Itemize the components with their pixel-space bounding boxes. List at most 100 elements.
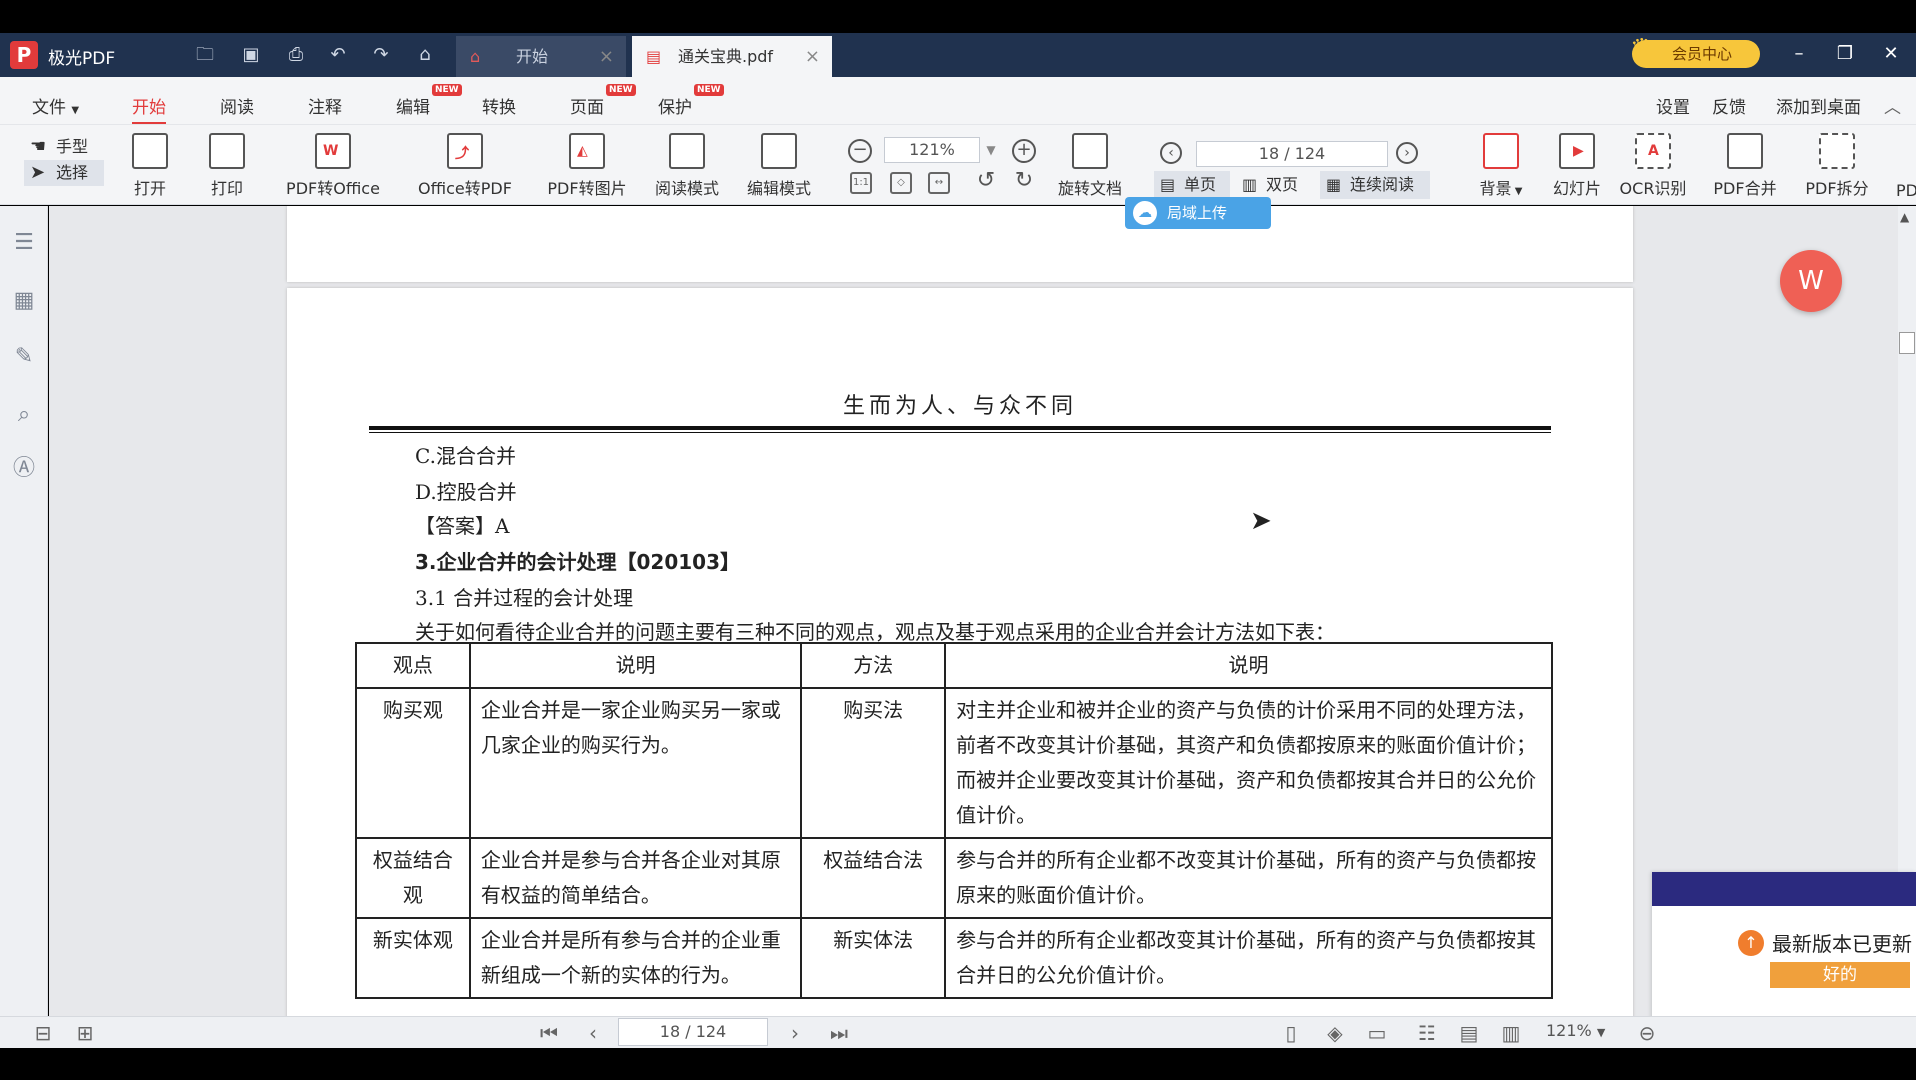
rotate-document-button[interactable]: 旋转文档 bbox=[1054, 133, 1126, 199]
continuous-read-label: 连续阅读 bbox=[1350, 175, 1415, 194]
status-page-input[interactable]: 18 / 124 bbox=[618, 1018, 768, 1046]
table-cell: 权益结合观 bbox=[355, 837, 471, 919]
menu-add-to-desktop[interactable]: 添加到桌面 bbox=[1776, 93, 1861, 118]
open-button[interactable]: 打开 bbox=[130, 133, 170, 199]
pdf-to-office-button[interactable]: W PDF转Office bbox=[276, 133, 390, 199]
minimize-icon[interactable]: – bbox=[1784, 42, 1814, 66]
fit-page-icon[interactable]: ◇ bbox=[890, 172, 912, 194]
close-icon[interactable]: × bbox=[599, 36, 614, 77]
pdf-icon: ▤ bbox=[646, 47, 662, 66]
thumbnails-icon[interactable]: ▦ bbox=[10, 288, 38, 314]
convert-to-word-float-button[interactable]: W bbox=[1780, 250, 1842, 312]
close-icon[interactable]: × bbox=[805, 36, 820, 77]
status-zoom[interactable]: 121% ▼ bbox=[1546, 1021, 1605, 1040]
fit-width-icon[interactable]: ▭ bbox=[1364, 1022, 1390, 1044]
pdf-to-image-button[interactable]: ◭ PDF转图片 bbox=[544, 133, 630, 199]
scrollbar-thumb[interactable] bbox=[1899, 332, 1915, 354]
annotation-list-icon[interactable]: ✎ bbox=[10, 344, 38, 370]
menu-file[interactable]: 文件 ▼ bbox=[32, 93, 79, 118]
slideshow-icon: ▶ bbox=[1559, 133, 1595, 169]
read-mode-button[interactable]: 阅读模式 bbox=[652, 133, 722, 199]
background-button[interactable]: 背景 ▼ bbox=[1474, 133, 1528, 199]
menu-annotate[interactable]: 注释 bbox=[308, 93, 342, 118]
undo-icon[interactable]: ↶ bbox=[327, 44, 349, 66]
slideshow-button[interactable]: ▶ 幻灯片 bbox=[1552, 133, 1602, 199]
document-canvas[interactable]: 生而为人、与众不同 C.混合合并 D.控股合并 【答案】A 3.企业合并的会计处… bbox=[49, 206, 1916, 1016]
single-page-label: 单页 bbox=[1184, 175, 1217, 194]
continuous-read-icon: ▦ bbox=[1326, 175, 1342, 194]
open-folder-icon[interactable]: 🗀 bbox=[194, 44, 216, 66]
fit-width-icon[interactable]: ↔ bbox=[928, 172, 950, 194]
first-page-icon[interactable]: ⏮ bbox=[536, 1022, 562, 1044]
collapse-ribbon-icon[interactable]: ︿ bbox=[1884, 93, 1901, 118]
print-button[interactable]: 打印 bbox=[207, 133, 247, 199]
menu-settings[interactable]: 设置 bbox=[1656, 93, 1690, 118]
double-view-icon[interactable]: ▥ bbox=[1498, 1022, 1524, 1044]
prev-page-icon[interactable]: ‹ bbox=[1160, 142, 1182, 164]
zoom-in-icon[interactable]: + bbox=[1012, 139, 1036, 163]
menu-start[interactable]: 开始 bbox=[132, 93, 166, 124]
table-cell: 参与合并的所有企业都改变其计价基础，所有的资产与负债都按其合并日的公允价值计价。 bbox=[944, 917, 1553, 999]
subsection-heading: 3.1 合并过程的会计处理 bbox=[415, 586, 634, 610]
update-ok-button[interactable]: 好的 bbox=[1770, 962, 1910, 988]
printer-icon bbox=[209, 133, 245, 169]
edit-mode-button[interactable]: 编辑模式 bbox=[744, 133, 814, 199]
outline-icon[interactable]: ☰ bbox=[10, 230, 38, 256]
more-tools-button[interactable]: PD bbox=[1896, 133, 1916, 200]
lan-upload-badge[interactable]: ☁ 局域上传 bbox=[1125, 197, 1271, 229]
restore-icon[interactable]: ❐ bbox=[1830, 42, 1860, 66]
edit-mode-icon bbox=[761, 133, 797, 169]
first-page-doc-icon[interactable]: ⊟ bbox=[30, 1022, 56, 1044]
fit-page-icon[interactable]: ◈ bbox=[1322, 1022, 1348, 1044]
pdf-split-button[interactable]: PDF拆分 bbox=[1802, 133, 1872, 199]
continuous-read-button[interactable]: ▦ 连续阅读 bbox=[1320, 171, 1430, 199]
zoom-input[interactable]: 121% bbox=[884, 137, 980, 163]
home-circle-icon[interactable]: ⌂ bbox=[414, 44, 436, 66]
new-badge: NEW bbox=[432, 84, 462, 96]
single-page-button[interactable]: ▤ 单页 bbox=[1154, 171, 1230, 199]
window-close-icon[interactable]: ✕ bbox=[1876, 42, 1906, 66]
menu-edit[interactable]: 编辑 bbox=[396, 93, 430, 118]
menu-read[interactable]: 阅读 bbox=[220, 93, 254, 118]
ocr-button[interactable]: A OCR识别 bbox=[1618, 133, 1688, 199]
save-icon[interactable]: ▣ bbox=[240, 44, 262, 66]
hand-tool-label: 手型 bbox=[56, 137, 89, 156]
menu-feedback[interactable]: 反馈 bbox=[1712, 93, 1746, 118]
font-panel-icon[interactable]: Ⓐ bbox=[10, 456, 38, 482]
select-tool-button[interactable]: ➤ 选择 bbox=[24, 160, 104, 186]
zoom-out-icon[interactable]: − bbox=[848, 139, 872, 163]
zoom-dropdown-icon[interactable]: ▼ bbox=[982, 137, 1000, 163]
rotate-left-icon[interactable]: ↺ bbox=[974, 170, 998, 196]
page-number-input[interactable]: 18 / 124 bbox=[1196, 141, 1388, 167]
next-page-icon[interactable]: › bbox=[1396, 142, 1418, 164]
left-sidebar bbox=[0, 206, 48, 1016]
single-view-icon[interactable]: ▤ bbox=[1456, 1022, 1482, 1044]
document-page[interactable]: 生而为人、与众不同 C.混合合并 D.控股合并 【答案】A 3.企业合并的会计处… bbox=[287, 288, 1633, 1016]
last-page-doc-icon[interactable]: ⊞ bbox=[72, 1022, 98, 1044]
tab-start[interactable]: ⌂ 开始 × bbox=[456, 36, 626, 77]
continuous-view-icon[interactable]: ☷ bbox=[1414, 1022, 1440, 1044]
next-page-arrow-icon[interactable]: › bbox=[782, 1022, 808, 1044]
rotate-right-icon[interactable]: ↻ bbox=[1012, 170, 1036, 196]
hand-icon: ☚ bbox=[30, 136, 47, 157]
double-page-icon: ▥ bbox=[1242, 175, 1258, 194]
prev-page-arrow-icon[interactable]: ‹ bbox=[580, 1022, 606, 1044]
zoom-out-icon[interactable]: ⊖ bbox=[1634, 1022, 1660, 1044]
pdf-merge-button[interactable]: PDF合并 bbox=[1710, 133, 1780, 199]
tab-document[interactable]: ▤ 通关宝典.pdf × bbox=[632, 36, 832, 77]
actual-size-icon[interactable]: 1:1 bbox=[850, 172, 872, 194]
menu-convert[interactable]: 转换 bbox=[482, 93, 516, 118]
pdf-to-image-label: PDF转图片 bbox=[547, 179, 627, 198]
redo-icon[interactable]: ↷ bbox=[370, 44, 392, 66]
actual-size-icon[interactable]: ▯ bbox=[1278, 1022, 1304, 1044]
office-to-pdf-button[interactable]: ⤴ Office转PDF bbox=[408, 133, 522, 199]
menu-protect[interactable]: 保护 bbox=[658, 93, 692, 118]
search-panel-icon[interactable]: ⌕ bbox=[10, 402, 38, 428]
table-cell: 对主并企业和被并企业的资产与负债的计价采用不同的处理方法，前者不改变其计价基础，… bbox=[944, 687, 1553, 839]
hand-tool-button[interactable]: ☚ 手型 bbox=[24, 134, 104, 160]
print-icon[interactable]: ⎙ bbox=[285, 44, 307, 66]
menu-page[interactable]: 页面 bbox=[570, 93, 604, 118]
double-page-button[interactable]: ▥ 双页 bbox=[1236, 171, 1312, 199]
scroll-up-icon[interactable]: ▲ bbox=[1900, 210, 1909, 224]
last-page-icon[interactable]: ⏭ bbox=[826, 1022, 852, 1044]
